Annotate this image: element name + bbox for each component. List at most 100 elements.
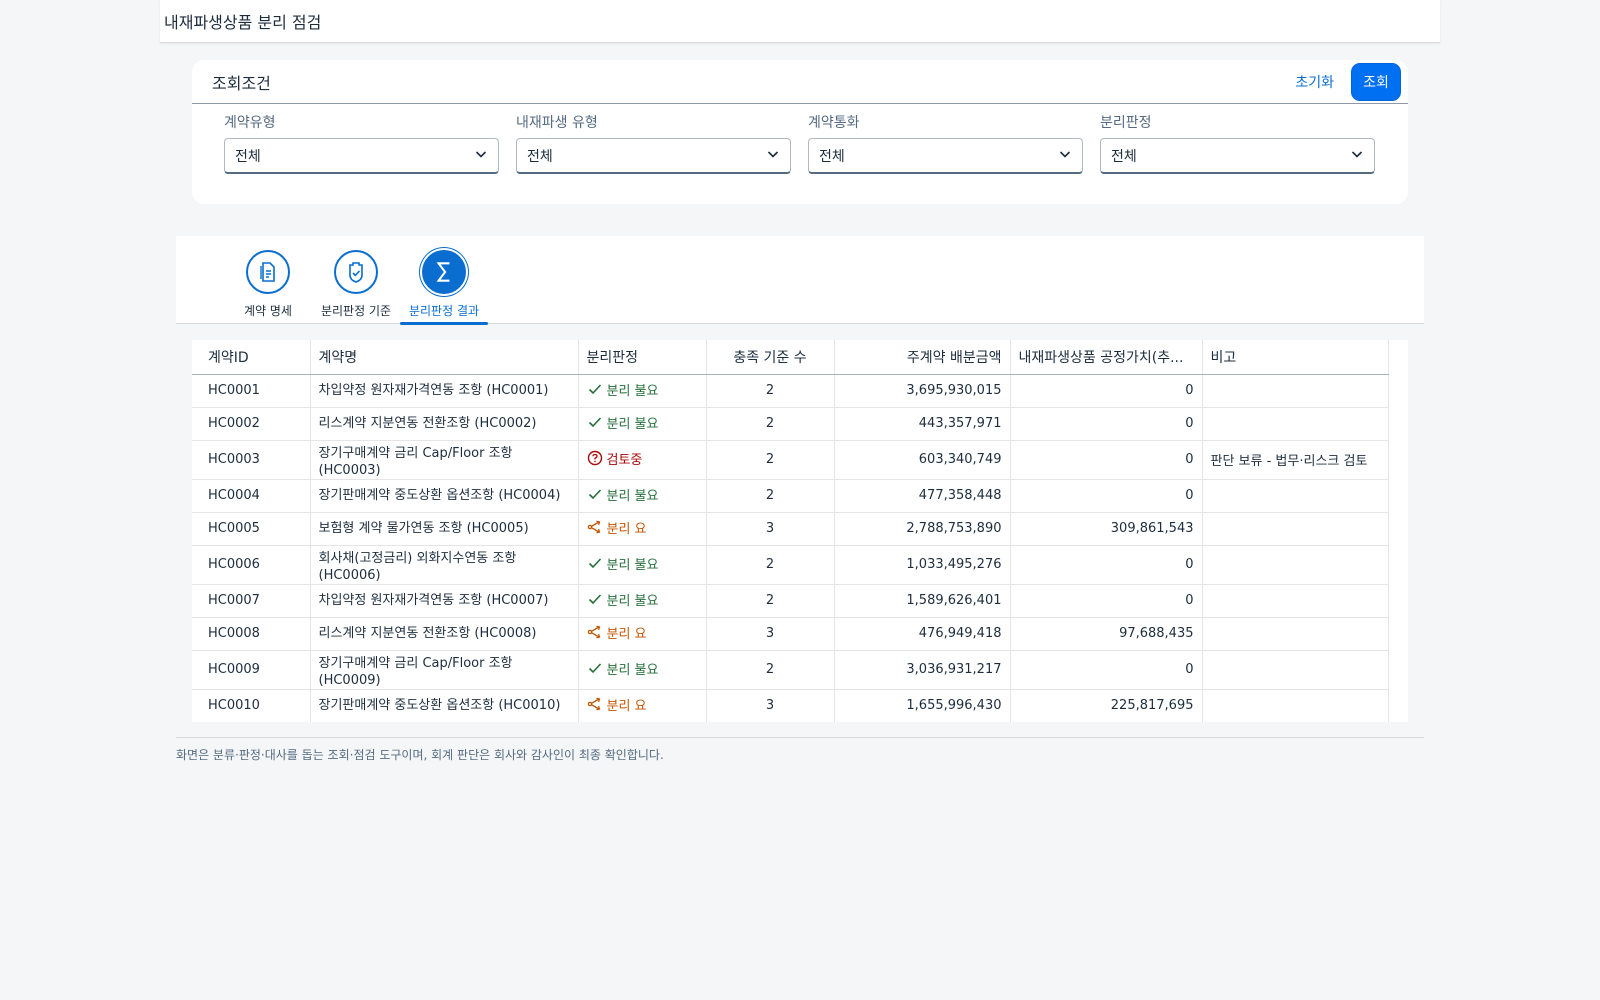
note-cell: [1202, 584, 1389, 618]
criteria-count-cell: 3: [706, 617, 835, 651]
criteria-count-cell: 2: [706, 407, 835, 441]
page-title: 내재파생상품 분리 점검: [164, 13, 322, 32]
filter-field: 내재파생 유형전체: [516, 112, 791, 174]
fair-value-cell: 0: [1010, 374, 1203, 408]
checkmark-icon: [587, 591, 603, 607]
table-row[interactable]: HC0001 차입약정 원자재가격연동 조항 (HC0001) 분리 불요 2 3,69…: [192, 374, 1389, 408]
status-text: 분리 요: [606, 698, 647, 714]
note-cell: [1202, 617, 1389, 651]
fair-value-cell: 97,688,435: [1010, 617, 1203, 651]
host-amount-cell: 1,033,495,276: [834, 545, 1011, 585]
fair-value-cell: 225,817,695: [1010, 689, 1203, 722]
status-badge: 분리 불요: [587, 659, 658, 678]
contract-id-cell: HC0003: [192, 440, 311, 480]
table-row[interactable]: HC0010 장기판매계약 중도상환 옵션조항 (HC0010) 분리 요 3 1,65…: [192, 689, 1389, 722]
sigma-icon: [422, 250, 466, 294]
fair-value-cell: 0: [1010, 545, 1203, 585]
filter-select[interactable]: 전체: [516, 138, 791, 174]
filter-bar-title: 조회조건: [212, 73, 271, 93]
column-header[interactable]: 충족 기준 수: [706, 340, 835, 375]
fair-value-cell: 0: [1010, 407, 1203, 441]
contract-id-cell: HC0004: [192, 479, 311, 513]
table-row[interactable]: HC0007 차입약정 원자재가격연동 조항 (HC0007) 분리 불요 2 1,58…: [192, 584, 1389, 618]
go-button[interactable]: 조회: [1352, 63, 1400, 100]
checkmark-icon: [587, 414, 603, 430]
filter-bar: 조회조건 초기화 조회 계약유형 전체 내재파생 유형 전체 계약통화 전체 분리판정 전체: [192, 60, 1408, 204]
tab-criteria[interactable]: 분리판정 기준: [312, 236, 400, 324]
chevron-down-icon: [1058, 147, 1072, 165]
page: 내재파생상품 분리 점검 조회조건 초기화 조회 계약유형 전체 내재파생 유형 전체…: [160, 0, 1440, 1000]
filter-field: 계약유형전체: [224, 112, 499, 174]
column-header[interactable]: 주계약 배분금액: [834, 340, 1011, 375]
status-cell: 분리 요: [578, 617, 707, 651]
title-bar: 내재파생상품 분리 점검: [160, 0, 1440, 43]
status-cell: 분리 불요: [578, 374, 707, 408]
status-badge: 분리 요: [587, 518, 647, 537]
host-amount-cell: 477,358,448: [834, 479, 1011, 513]
chevron-down-icon: [474, 147, 488, 165]
criteria-count-cell: 2: [706, 440, 835, 480]
status-cell: 검토중: [578, 440, 707, 480]
status-badge: 분리 불요: [587, 380, 658, 399]
filter-select-value: 전체: [235, 148, 261, 165]
tab-label: 분리판정 기준: [320, 304, 392, 318]
contract-name-cell: 장기판매계약 중도상환 옵션조항 (HC0004): [310, 479, 579, 513]
note-cell: [1202, 650, 1389, 690]
reset-button[interactable]: 초기화: [1287, 64, 1342, 100]
filter-select[interactable]: 전체: [1100, 138, 1375, 174]
filter-select-value: 전체: [527, 148, 553, 165]
note-cell: [1202, 479, 1389, 513]
criteria-count-cell: 2: [706, 374, 835, 408]
host-amount-cell: 1,589,626,401: [834, 584, 1011, 618]
contract-id-cell: HC0007: [192, 584, 311, 618]
icon-tab-bar: 계약 명세 분리판정 기준 분리판정 결과: [176, 236, 1424, 325]
column-header[interactable]: 계약명: [310, 340, 579, 375]
note-cell: [1202, 374, 1389, 408]
checkmark-icon: [587, 486, 603, 502]
filter-select[interactable]: 전체: [224, 138, 499, 174]
chevron-down-icon: [1350, 147, 1364, 165]
column-header[interactable]: 분리판정: [578, 340, 707, 375]
footnote: 화면은 분류·판정·대사를 돕는 조회·점검 도구이며, 회계 판단은 회사와 …: [176, 748, 664, 762]
table-row[interactable]: HC0003 장기구매계약 금리 Cap/Floor 조항 (HC0003) 검토중…: [192, 440, 1389, 480]
fair-value-cell: 0: [1010, 650, 1203, 690]
host-amount-cell: 476,949,418: [834, 617, 1011, 651]
table-row[interactable]: HC0008 리스계약 지분연동 전환조항 (HC0008) 분리 요 3 476,94…: [192, 617, 1389, 651]
status-badge: 분리 요: [587, 623, 647, 642]
contract-id-cell: HC0009: [192, 650, 311, 690]
split-icon: [587, 519, 603, 535]
table-row[interactable]: HC0009 장기구매계약 금리 Cap/Floor 조항 (HC0009) 분리 …: [192, 650, 1389, 690]
table-row[interactable]: HC0002 리스계약 지분연동 전환조항 (HC0002) 분리 불요 2 443,3…: [192, 407, 1389, 441]
split-icon: [587, 696, 603, 712]
note-cell: [1202, 512, 1389, 546]
fair-value-cell: 0: [1010, 584, 1203, 618]
filter-field-label: 내재파생 유형: [516, 115, 598, 131]
tab-result[interactable]: 분리판정 결과: [400, 236, 488, 325]
note-cell: [1202, 689, 1389, 722]
status-cell: 분리 불요: [578, 584, 707, 618]
column-header[interactable]: 내재파생상품 공정가치(추...: [1010, 340, 1203, 375]
contract-id-cell: HC0005: [192, 512, 311, 546]
status-cell: 분리 불요: [578, 650, 707, 690]
contract-id-cell: HC0006: [192, 545, 311, 585]
fair-value-cell: 309,861,543: [1010, 512, 1203, 546]
table-row[interactable]: HC0005 보험형 계약 물가연동 조항 (HC0005) 분리 요 3 2,788,…: [192, 512, 1389, 546]
status-text: 분리 불요: [606, 557, 659, 573]
filter-field-label: 계약유형: [224, 115, 276, 131]
host-amount-cell: 603,340,749: [834, 440, 1011, 480]
criteria-count-cell: 3: [706, 512, 835, 546]
status-cell: 분리 요: [578, 512, 707, 546]
tab-label: 분리판정 결과: [408, 304, 480, 318]
contract-name-cell: 장기판매계약 중도상환 옵션조항 (HC0010): [310, 689, 579, 722]
column-header[interactable]: 비고: [1202, 340, 1389, 375]
tab-contract-detail[interactable]: 계약 명세: [224, 236, 312, 324]
table-row[interactable]: HC0006 회사채(고정금리) 외화지수연동 조항 (HC0006) 분리 불요 2…: [192, 545, 1389, 585]
status-text: 분리 요: [606, 626, 647, 642]
checkmark-icon: [587, 381, 603, 397]
table-row[interactable]: HC0004 장기판매계약 중도상환 옵션조항 (HC0004) 분리 불요 2 477…: [192, 479, 1389, 513]
column-header[interactable]: 계약ID: [192, 340, 311, 375]
filter-field: 계약통화 전체: [808, 112, 1083, 174]
host-amount-cell: 443,357,971: [834, 407, 1011, 441]
filter-select[interactable]: 전체: [808, 138, 1083, 174]
filter-fields: 계약유형 전체 내재파생 유형 전체 계약통화 전체 분리판정 전체: [192, 104, 1408, 174]
